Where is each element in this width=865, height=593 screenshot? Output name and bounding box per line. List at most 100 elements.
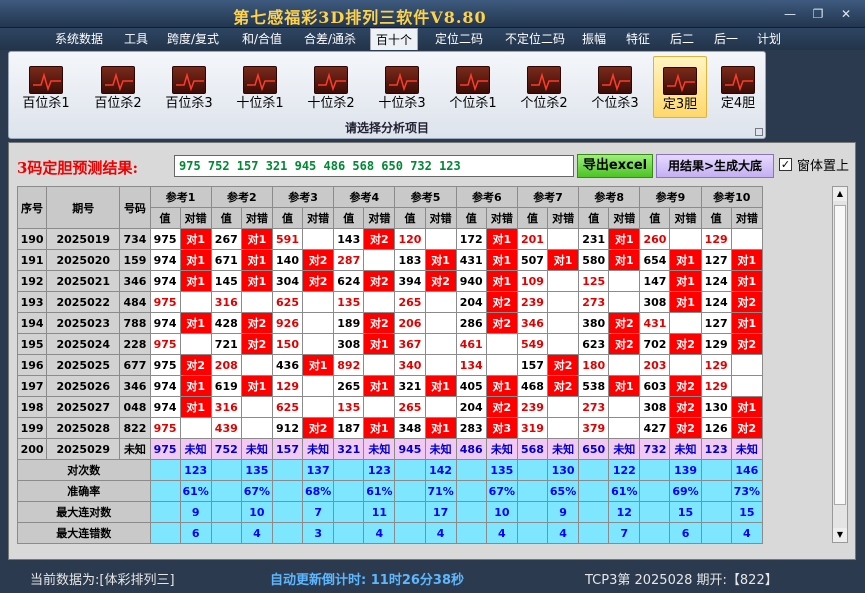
stats-spacer xyxy=(394,522,426,544)
menu-item[interactable]: 特征 xyxy=(617,30,659,48)
ribbon-button[interactable]: 个位杀3 xyxy=(582,56,648,118)
ribbon-button[interactable]: 个位杀2 xyxy=(511,56,577,118)
value-cell: 135 xyxy=(333,396,365,418)
table-row[interactable]: 199 2025028 822 975 439 912 对2 187 对1 348 对1 283 对3 3… xyxy=(16,417,764,439)
menu-item[interactable]: 工具 xyxy=(115,30,157,48)
value-cell: 140 xyxy=(271,249,304,271)
result-cell: 对2 xyxy=(608,333,641,355)
stats-value: 4 xyxy=(363,522,396,544)
period-cell: 2025022 xyxy=(46,291,121,313)
prediction-result-field[interactable]: 975 752 157 321 945 486 568 650 732 123 xyxy=(174,155,574,177)
result-cell: 对1 xyxy=(179,312,212,334)
header-ref: 参考10 xyxy=(700,186,764,208)
stats-spacer xyxy=(394,501,426,523)
header-result: 对错 xyxy=(547,207,580,229)
menu-item[interactable]: 定位二码 xyxy=(424,30,494,48)
result-cell: 对3 xyxy=(485,417,518,439)
dialog-launcher-icon[interactable] xyxy=(755,128,763,136)
ribbon-button[interactable]: 十位杀1 xyxy=(227,56,293,118)
ribbon-button[interactable]: 十位杀2 xyxy=(298,56,364,118)
stats-value: 4 xyxy=(730,522,764,544)
seq-cell: 200 xyxy=(16,438,48,460)
restore-icon[interactable]: ❐ xyxy=(806,6,830,22)
value-cell: 461 xyxy=(455,333,487,355)
period-cell: 2025028 xyxy=(46,417,121,439)
minimize-icon[interactable]: — xyxy=(778,6,802,22)
value-cell: 549 xyxy=(516,333,549,355)
table-row[interactable]: 192 2025021 346 974 对1 145 对1 304 对2 624 对2 394 对2 94… xyxy=(16,270,764,292)
result-cell xyxy=(302,396,335,418)
ribbon-button[interactable]: 个位杀1 xyxy=(440,56,506,118)
menu-item[interactable]: 后二 xyxy=(664,30,700,48)
value-cell: 265 xyxy=(333,375,365,397)
header-value: 值 xyxy=(700,207,732,229)
table-row[interactable]: 198 2025027 048 974 对1 316 625 135 265 204 对2 239 27… xyxy=(16,396,764,418)
table-row[interactable]: 193 2025022 484 975 316 625 135 265 204 对2 239 273 3… xyxy=(16,291,764,313)
result-cell: 对2 xyxy=(669,333,702,355)
header-value: 值 xyxy=(516,207,549,229)
table-row[interactable]: 196 2025025 677 975 对2 208 436 对1 892 340 134 157 对2… xyxy=(16,354,764,376)
scroll-up-icon[interactable]: ▲ xyxy=(833,187,847,201)
seq-cell: 196 xyxy=(16,354,48,376)
result-cell xyxy=(240,354,273,376)
menu-item[interactable]: 不定位二码 xyxy=(497,30,573,48)
header-value: 值 xyxy=(394,207,426,229)
generate-base-button[interactable]: 用结果>生成大底 xyxy=(656,154,774,178)
value-cell: 147 xyxy=(639,270,671,292)
header-result: 对错 xyxy=(608,207,641,229)
menu-item[interactable]: 计划 xyxy=(754,30,784,48)
value-cell: 321 xyxy=(333,438,365,460)
menu-item[interactable]: 百十个 xyxy=(370,28,418,50)
stats-spacer xyxy=(333,459,365,481)
header-result: 对错 xyxy=(179,207,212,229)
table-row[interactable]: 197 2025026 346 974 对1 619 对1 129 265 对1 321 对1 405 对… xyxy=(16,375,764,397)
stats-spacer xyxy=(516,459,549,481)
table-row[interactable]: 190 2025019 734 975 对1 267 对1 591 143 对2 120 172 对1 2… xyxy=(16,228,764,250)
seq-cell: 193 xyxy=(16,291,48,313)
scroll-down-icon[interactable]: ▼ xyxy=(833,528,847,542)
export-excel-button[interactable]: 导出excel xyxy=(577,154,653,178)
stats-value: 123 xyxy=(179,459,212,481)
ribbon-button[interactable]: 定3胆 xyxy=(653,56,707,118)
ribbon-button[interactable]: 十位杀3 xyxy=(369,56,435,118)
ribbon-button[interactable]: 百位杀1 xyxy=(13,56,79,118)
menu-item[interactable]: 跨度/复式 xyxy=(161,30,225,48)
value-cell: 273 xyxy=(578,291,610,313)
stats-spacer xyxy=(210,480,242,502)
number-cell: 734 xyxy=(119,228,151,250)
value-cell: 436 xyxy=(271,354,304,376)
stats-spacer xyxy=(700,480,732,502)
always-on-top-checkbox[interactable]: ✓ xyxy=(779,158,792,171)
scroll-thumb[interactable] xyxy=(834,205,846,505)
value-cell: 892 xyxy=(333,354,365,376)
chart-icon xyxy=(456,66,490,94)
table-row[interactable]: 200 2025029 未知 975 未知 752 未知 157 未知 321 未知 945 未知 486… xyxy=(16,438,764,460)
menu-item[interactable]: 和/合值 xyxy=(233,30,291,48)
ribbon-button[interactable]: 百位杀2 xyxy=(85,56,151,118)
table-row[interactable]: 194 2025023 788 974 对1 428 对2 926 189 对2 206 286 对2 3… xyxy=(16,312,764,334)
result-cell xyxy=(240,291,273,313)
menu-item[interactable]: 振幅 xyxy=(576,30,612,48)
result-cell: 未知 xyxy=(730,438,764,460)
table-row[interactable]: 195 2025024 228 975 721 对2 150 308 对1 367 461 549 62… xyxy=(16,333,764,355)
stats-spacer xyxy=(149,459,181,481)
result-cell: 对1 xyxy=(730,270,764,292)
period-cell: 2025027 xyxy=(46,396,121,418)
result-cell xyxy=(730,375,764,397)
window-title: 第七感福彩3D排列三软件V8.80 xyxy=(233,8,487,27)
stats-spacer xyxy=(210,459,242,481)
ribbon-button[interactable]: 定4胆 xyxy=(711,56,765,118)
table-row[interactable]: 191 2025020 159 974 对1 671 对1 140 对2 287 183 对1 431 对… xyxy=(16,249,764,271)
value-cell: 267 xyxy=(210,228,242,250)
stats-spacer xyxy=(394,480,426,502)
value-cell: 591 xyxy=(271,228,304,250)
menu-item[interactable]: 合差/通杀 xyxy=(293,30,367,48)
menu-item[interactable]: 后一 xyxy=(704,30,748,48)
stats-value: 10 xyxy=(240,501,273,523)
vertical-scrollbar[interactable]: ▲ ▼ xyxy=(832,186,848,543)
header-value: 值 xyxy=(271,207,304,229)
ribbon-button[interactable]: 百位杀3 xyxy=(156,56,222,118)
result-cell: 对1 xyxy=(730,396,764,418)
close-icon[interactable]: ✕ xyxy=(834,6,858,22)
menu-item[interactable]: 系统数据 xyxy=(46,30,112,48)
